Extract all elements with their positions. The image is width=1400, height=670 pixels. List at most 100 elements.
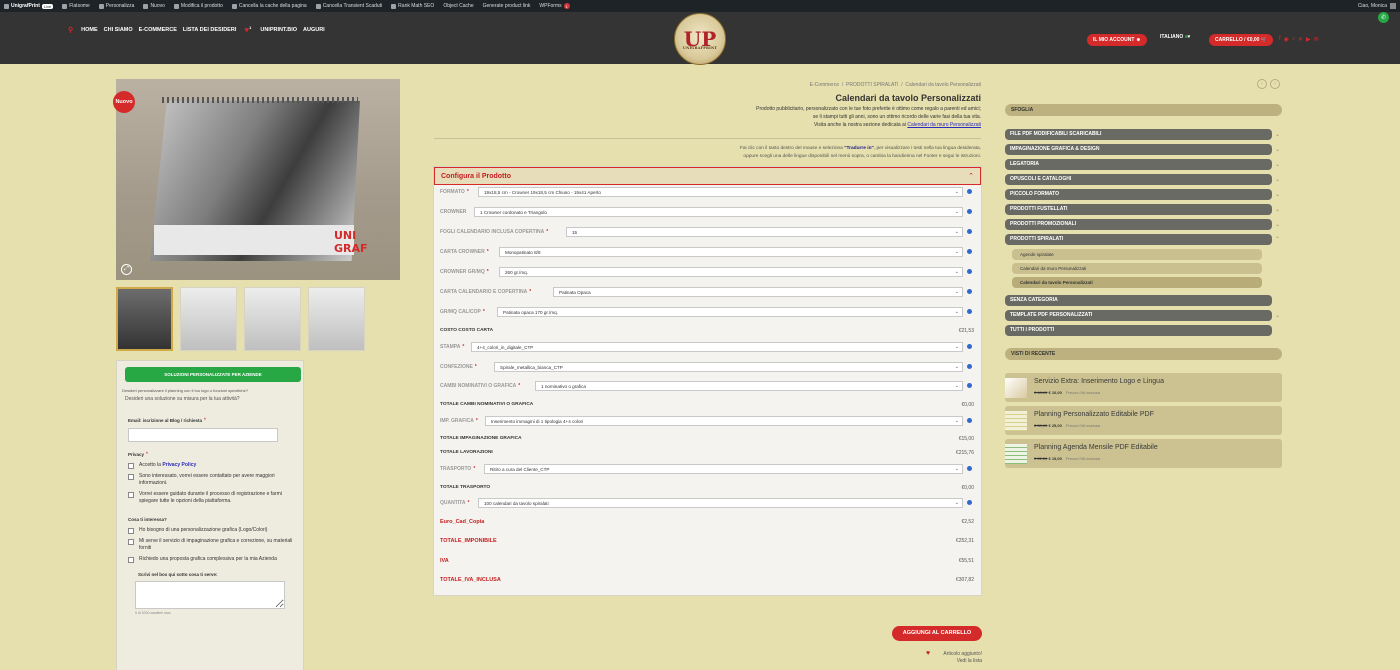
email-field[interactable]: [128, 428, 278, 442]
info-icon[interactable]: [967, 344, 972, 349]
expand-icon[interactable]: ⌄: [1275, 176, 1280, 183]
recent-product[interactable]: Planning Agenda Mensile PDF Editabile € …: [1005, 439, 1282, 468]
admin-customize[interactable]: Personalizza: [98, 3, 134, 9]
language-switcher[interactable]: ITALIANO ■▾: [1160, 34, 1190, 40]
admin-rank-math[interactable]: Rank Math SEO: [391, 3, 434, 9]
nav-auguri[interactable]: AUGURI: [303, 27, 325, 33]
expand-icon[interactable]: ⌄: [1275, 131, 1280, 138]
tiktok-icon[interactable]: ♪: [1292, 36, 1295, 43]
subcategory-item[interactable]: Agende spiralate: [1012, 249, 1262, 260]
info-icon[interactable]: [967, 269, 972, 274]
imp-grafica-select[interactable]: Inserimento immagini di 1 tipologia 4+4 …: [485, 416, 963, 426]
expand-icon[interactable]: ⌄: [1275, 161, 1280, 168]
product-main-image[interactable]: UNI GRAF: [116, 79, 400, 280]
info-icon[interactable]: [967, 289, 972, 294]
grmq-calcop-select[interactable]: Patinata opaca 170 gr./mq. ⌄: [497, 307, 963, 317]
category-item[interactable]: TEMPLATE PDF PERSONALIZZATI: [1005, 310, 1272, 321]
breadcrumb-spiralati[interactable]: PRODOTTI SPIRALATI: [846, 82, 898, 88]
privacy-policy-link[interactable]: Privacy Policy: [162, 462, 196, 468]
search-icon[interactable]: ⚲: [68, 26, 73, 34]
interest-checkbox[interactable]: Ho bisogno di una personalizzazione graf…: [128, 527, 295, 534]
expand-icon[interactable]: ⌄: [1275, 146, 1280, 153]
fogli-select[interactable]: 15 ⌄: [566, 227, 963, 237]
site-logo[interactable]: UP UNIGRAFPRINT: [674, 13, 726, 65]
expand-icon[interactable]: ⌄: [1275, 206, 1280, 213]
thumbnail[interactable]: [116, 287, 173, 351]
thumbnail[interactable]: [244, 287, 301, 351]
thumbnail[interactable]: [308, 287, 365, 351]
admin-edit-product[interactable]: Modifica il prodotto: [173, 3, 223, 9]
carta-crowner-select[interactable]: Monopatinato 8/8 ⌄: [499, 247, 963, 257]
subcategory-item[interactable]: Calendari da muro Personalizzati: [1012, 263, 1262, 274]
trasporto-select[interactable]: Ritiro a cura del Cliente_CTP ⌄: [484, 464, 963, 474]
category-item[interactable]: FILE PDF MODIFICABILI SCARICABILI: [1005, 129, 1272, 140]
confezione-select[interactable]: Spirale_metallica_bianca_CTP ⌄: [494, 362, 963, 372]
business-solutions-button[interactable]: SOLUZIONI PERSONALIZZATE PER AZIENDE: [125, 367, 301, 382]
info-icon[interactable]: [967, 229, 972, 234]
category-item[interactable]: TUTTI I PRODOTTI: [1005, 325, 1272, 336]
instagram-icon[interactable]: ◉: [1284, 36, 1289, 43]
previous-product-icon[interactable]: ‹: [1257, 79, 1267, 89]
crowner-select[interactable]: 1 Crowner cordonato e Triangolo ⌄: [474, 207, 963, 217]
category-item[interactable]: SENZA CATEGORIA: [1005, 295, 1272, 306]
info-icon[interactable]: [967, 500, 972, 505]
interest-checkbox[interactable]: Richiedo una proposta grafica complessiv…: [128, 556, 295, 563]
admin-clear-page-cache[interactable]: Cancella la cache della pagina: [231, 3, 307, 9]
youtube-icon[interactable]: ▶: [1306, 36, 1311, 43]
info-icon[interactable]: [967, 364, 972, 369]
info-icon[interactable]: [967, 249, 972, 254]
category-item[interactable]: PRODOTTI FUSTELLATI: [1005, 204, 1272, 215]
nav-chi-siamo[interactable]: CHI SIAMO: [104, 27, 133, 33]
info-icon[interactable]: [967, 209, 972, 214]
category-item[interactable]: OPUSCOLI E CATALOGHI: [1005, 174, 1272, 185]
category-item[interactable]: PICCOLO FORMATO: [1005, 189, 1272, 200]
admin-object-cache[interactable]: Object Cache: [443, 3, 473, 9]
x-icon[interactable]: ✕: [1298, 36, 1303, 43]
nav-e-commerce[interactable]: E-COMMERCE: [139, 27, 177, 33]
crowner-grmq-select[interactable]: 260 gr./mq. ⌄: [499, 267, 963, 277]
nav-uniprint-bio[interactable]: UNIPRINT.BIO: [260, 27, 297, 33]
category-item[interactable]: PRODOTTI PROMOZIONALI: [1005, 219, 1272, 230]
admin-user[interactable]: Ciao, Monica: [1358, 3, 1396, 9]
guidance-checkbox[interactable]: Vorrei essere guidato durante il process…: [128, 491, 295, 505]
expand-icon[interactable]: ⌄: [1275, 191, 1280, 198]
expand-icon[interactable]: ⌄: [1275, 221, 1280, 228]
configurator-header[interactable]: Configura il Prodotto ⌃: [434, 167, 981, 185]
category-item[interactable]: IMPAGINAZIONE GRAFICA & DESIGN: [1005, 144, 1272, 155]
category-item[interactable]: LEGATORIA: [1005, 159, 1272, 170]
phone-icon[interactable]: ✆: [1378, 12, 1389, 23]
quantita-select[interactable]: 100 calendari da tavolo spiralati ⌄: [478, 498, 963, 508]
zoom-icon[interactable]: ⤢: [121, 264, 132, 275]
cambi-nominativi-select[interactable]: 1 nominativo o grafica ⌄: [535, 381, 963, 391]
heart-icon[interactable]: ♥1: [244, 25, 251, 35]
info-icon[interactable]: [967, 309, 972, 314]
privacy-checkbox[interactable]: Accetto la Privacy Policy: [128, 462, 295, 469]
admin-new[interactable]: Nuovo: [143, 3, 165, 9]
email-icon[interactable]: ✉: [1314, 36, 1319, 43]
nav-wishlist[interactable]: LISTA DEI DESIDERI: [183, 27, 236, 33]
collapse-icon[interactable]: ⌃: [1275, 236, 1280, 243]
interest-checkbox[interactable]: Mi serve il servizio di impaginazione gr…: [128, 538, 295, 552]
admin-brand[interactable]: UnigrafPrint Live: [4, 3, 54, 9]
carta-calendario-select[interactable]: Patinata Opaca ⌄: [553, 287, 963, 297]
contact-checkbox[interactable]: Sono interessato, vorrei essere contatta…: [128, 473, 295, 487]
info-icon[interactable]: [967, 189, 972, 194]
category-item-spiralati[interactable]: PRODOTTI SPIRALATI: [1005, 234, 1272, 245]
subcategory-item-active[interactable]: Calendari da tavolo Personalizzati: [1012, 277, 1262, 288]
admin-flatsome[interactable]: Flatsome: [62, 3, 90, 9]
wall-calendar-link[interactable]: Calendari da muro Personalizzati: [907, 122, 981, 128]
next-product-icon[interactable]: ›: [1270, 79, 1280, 89]
nav-home[interactable]: HOME: [81, 27, 98, 33]
expand-icon[interactable]: ⌄: [1275, 312, 1280, 319]
recent-product[interactable]: Planning Personalizzato Editabile PDF € …: [1005, 406, 1282, 435]
formato-select[interactable]: 19x18,5 cm - Crowner 19x18,5 cm Chiuso -…: [478, 187, 963, 197]
info-icon[interactable]: [967, 383, 972, 388]
facebook-icon[interactable]: f: [1279, 36, 1281, 43]
breadcrumb-ecommerce[interactable]: E-Commerce: [810, 82, 839, 88]
view-wishlist-link[interactable]: Vedi la lista: [926, 658, 982, 665]
my-account-button[interactable]: IL MIO ACCOUNT ☻: [1087, 34, 1148, 46]
stampa-select[interactable]: 4+4_colori_in_digitale_CTP ⌄: [471, 342, 963, 352]
cart-button[interactable]: CARRELLO / €0,00 🛒: [1209, 34, 1274, 46]
admin-clear-transients[interactable]: Cancella Transient Scaduti: [315, 3, 382, 9]
add-to-cart-button[interactable]: AGGIUNGI AL CARRELLO: [892, 626, 982, 641]
